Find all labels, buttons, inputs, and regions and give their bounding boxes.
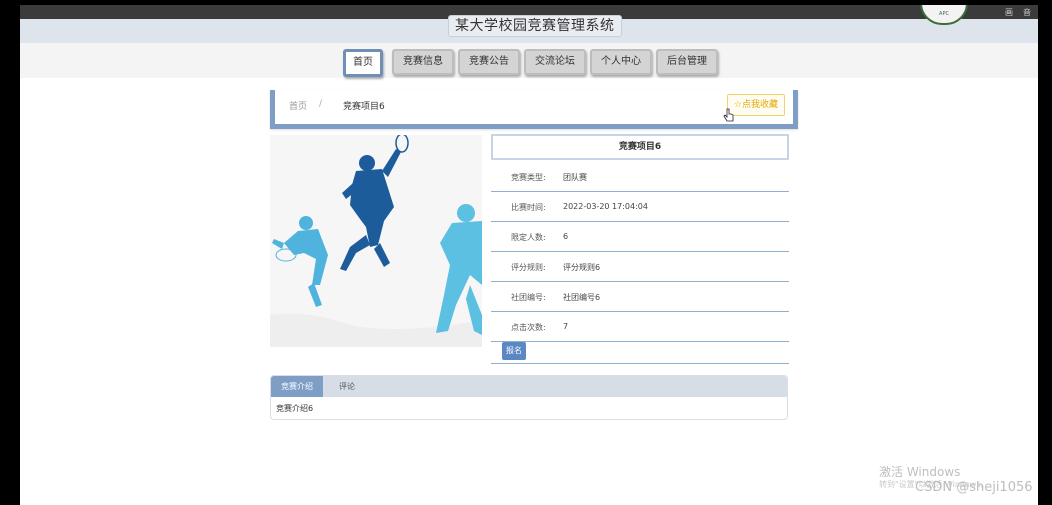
- nav-item-forum[interactable]: 交流论坛: [524, 49, 586, 75]
- detail-value: 2022-03-20 17:04:04: [563, 202, 648, 211]
- window-control-2[interactable]: 音: [1023, 7, 1031, 18]
- site-title: 某大学校园竞赛管理系统: [448, 15, 622, 37]
- detail-row-time: 比赛时间: 2022-03-20 17:04:04: [491, 191, 789, 222]
- breadcrumb-separator: /: [319, 99, 323, 109]
- detail-label: 评分规则:: [511, 263, 546, 272]
- csdn-watermark: CSDN @sheji1056: [915, 480, 1033, 495]
- breadcrumb-current: 竞赛项目6: [343, 102, 385, 112]
- detail-label: 比赛时间:: [511, 203, 546, 212]
- detail-label: 社团编号:: [511, 293, 546, 302]
- favorite-button[interactable]: ☆点我收藏: [726, 94, 785, 116]
- competition-detail: 竞赛项目6 竞赛类型: 团队赛 比赛时间: 2022-03-20 17:04:0…: [491, 134, 789, 364]
- detail-row-rules: 评分规则: 评分规则6: [491, 251, 789, 282]
- hand-cursor-icon: [723, 108, 734, 122]
- breadcrumb-bar: 首页 / 竞赛项目6 ☆点我收藏: [270, 90, 798, 129]
- main-nav: 首页 竞赛信息 竞赛公告 交流论坛 个人中心 后台管理: [20, 43, 1038, 78]
- nav-item-home[interactable]: 首页: [343, 49, 383, 77]
- detail-row-type: 竞赛类型: 团队赛: [491, 161, 789, 192]
- detail-value: 6: [563, 232, 569, 241]
- badminton-players-image: [270, 135, 482, 347]
- divider: [491, 363, 789, 364]
- detail-label: 点击次数:: [511, 323, 546, 332]
- nav-item-admin[interactable]: 后台管理: [656, 49, 718, 75]
- detail-row-clicks: 点击次数: 7: [491, 311, 789, 342]
- detail-value: 团队赛: [563, 173, 587, 182]
- tabs-header: 竞赛介绍 评论: [271, 376, 787, 397]
- tab-content: 竞赛介绍6: [276, 404, 314, 413]
- detail-row-club-id: 社团编号: 社团编号6: [491, 281, 789, 312]
- detail-tabs: 竞赛介绍 评论 竞赛介绍6: [270, 375, 788, 420]
- signup-button[interactable]: 报名: [502, 342, 526, 360]
- browser-screen: 画 音 字 某大学校园竞赛管理系统 APC 首页 竞赛信息 竞赛公告 交流论坛 …: [20, 5, 1038, 505]
- nav-item-announcements[interactable]: 竞赛公告: [458, 49, 520, 75]
- tab-comments[interactable]: 评论: [329, 376, 365, 397]
- detail-label: 限定人数:: [511, 233, 546, 242]
- window-control-1[interactable]: 画: [1005, 7, 1013, 18]
- detail-value: 评分规则6: [563, 263, 601, 272]
- detail-row-limit: 限定人数: 6: [491, 221, 789, 252]
- detail-label: 竞赛类型:: [511, 173, 546, 182]
- detail-value: 7: [563, 322, 569, 331]
- windows-activation-title: 激活 Windows: [879, 465, 961, 479]
- competition-image: [270, 135, 482, 347]
- favorite-label: ☆点我收藏: [733, 100, 778, 110]
- detail-value: 社团编号6: [563, 293, 601, 302]
- tab-introduction[interactable]: 竞赛介绍: [271, 376, 323, 397]
- detail-title: 竞赛项目6: [491, 134, 789, 160]
- breadcrumb-home[interactable]: 首页: [289, 99, 307, 112]
- nav-item-personal-center[interactable]: 个人中心: [590, 49, 652, 75]
- nav-item-competition-info[interactable]: 竞赛信息: [392, 49, 454, 75]
